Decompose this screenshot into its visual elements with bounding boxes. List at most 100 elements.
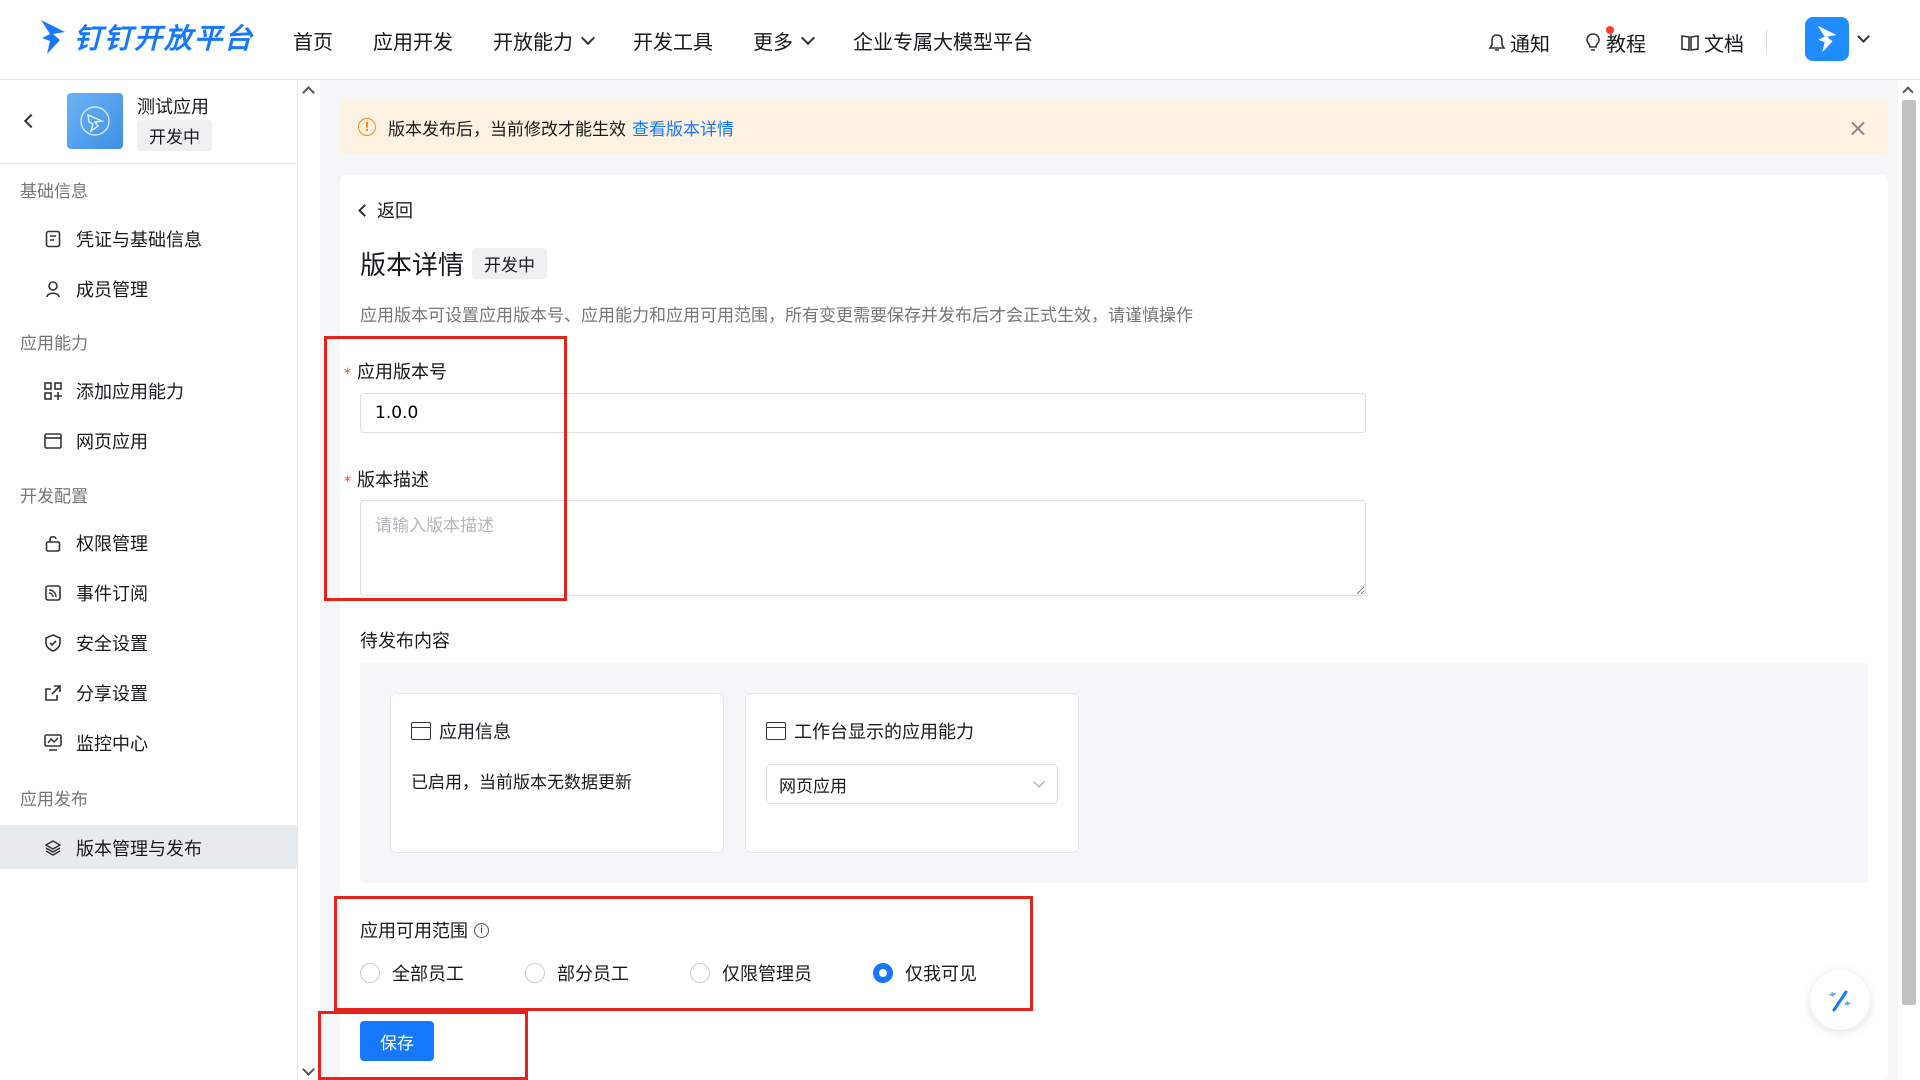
back-button[interactable]: 返回 <box>358 197 413 223</box>
radio-circle[interactable] <box>690 963 710 983</box>
sidebar-group-release: 应用发布 <box>20 790 88 810</box>
view-version-detail-link[interactable]: 查看版本详情 <box>632 115 734 140</box>
chevron-down-icon[interactable] <box>1857 30 1870 43</box>
sidebar-item-version-release[interactable]: 版本管理与发布 <box>44 835 202 861</box>
sidebar-item-monitor[interactable]: 监控中心 <box>44 730 148 756</box>
nav-app-dev[interactable]: 应用开发 <box>373 26 453 55</box>
scope-option-all[interactable]: 全部员工 <box>360 960 525 986</box>
sidebar-item-members[interactable]: 成员管理 <box>44 276 148 302</box>
nav-home[interactable]: 首页 <box>293 26 333 55</box>
rss-icon <box>44 584 62 602</box>
nav-open-capabilities[interactable]: 开放能力 <box>493 26 596 55</box>
app-info-text: 已启用，当前版本无数据更新 <box>411 773 632 793</box>
nav-dev-tools-label: 开发工具 <box>633 29 713 54</box>
workbench-capability-title-text: 工作台显示的应用能力 <box>794 722 974 743</box>
version-number-input[interactable] <box>360 393 1366 433</box>
nav-dev-tools[interactable]: 开发工具 <box>633 26 713 55</box>
version-desc-label: * 版本描述 <box>344 466 429 492</box>
app-status-badge: 开发中 <box>137 120 212 151</box>
sidebar-item-events[interactable]: 事件订阅 <box>44 580 148 606</box>
sidebar-item-label: 事件订阅 <box>76 584 148 605</box>
info-icon[interactable]: i <box>474 922 489 938</box>
lock-icon <box>44 534 62 552</box>
bell-icon <box>1488 33 1506 51</box>
sidebar-group-basic: 基础信息 <box>20 182 88 202</box>
lightbulb-icon <box>1586 32 1600 51</box>
chevron-down-icon <box>1033 776 1045 788</box>
sidebar-item-label: 凭证与基础信息 <box>76 230 202 251</box>
chevron-down-icon <box>580 30 596 45</box>
scrollbar-thumb[interactable] <box>1902 100 1916 1005</box>
shield-icon <box>44 634 62 652</box>
scope-option-admins[interactable]: 仅限管理员 <box>690 960 873 986</box>
close-icon[interactable]: × <box>1848 114 1868 142</box>
scope-label-text: 应用可用范围 <box>360 921 468 942</box>
scope-option-partial[interactable]: 部分员工 <box>525 960 690 986</box>
page-title-text: 版本详情 <box>360 251 465 281</box>
radio-circle[interactable] <box>360 963 380 983</box>
pending-content-label: 待发布内容 <box>360 631 450 652</box>
scroll-down-arrow-icon[interactable] <box>302 1063 315 1076</box>
version-number-label-text: 应用版本号 <box>357 362 447 383</box>
main-nav: 首页 应用开发 开放能力 开发工具 更多 企业专属大模型平台 <box>293 0 1073 80</box>
radio-circle-selected[interactable] <box>873 963 893 983</box>
page-title: 版本详情 开发中 <box>360 245 548 282</box>
tutorial-button[interactable]: 教程 <box>1584 26 1646 57</box>
app-icon <box>67 93 123 149</box>
brand-logo[interactable]: 钉钉开放平台 <box>38 14 254 60</box>
window-icon <box>766 722 786 740</box>
sidebar-item-label: 安全设置 <box>76 634 148 655</box>
back-label: 返回 <box>377 201 413 222</box>
sidebar-group-dev-config: 开发配置 <box>20 487 88 507</box>
sidebar-item-add-capability[interactable]: 添加应用能力 <box>44 378 184 404</box>
app-info-title: 应用信息 <box>411 718 511 744</box>
version-detail-card: 返回 版本详情 开发中 应用版本可设置应用版本号、应用能力和应用可用范围，所有变… <box>340 175 1888 1080</box>
sidebar-item-label: 版本管理与发布 <box>76 839 202 860</box>
scope-option-only-me[interactable]: 仅我可见 <box>873 960 977 986</box>
magic-wand-icon <box>1829 990 1851 1012</box>
nav-more-label: 更多 <box>753 29 793 54</box>
user-avatar[interactable] <box>1805 17 1849 61</box>
sidebar-item-label: 成员管理 <box>76 280 148 301</box>
app-logo-icon <box>80 106 110 136</box>
required-mark: * <box>344 474 351 490</box>
warning-icon: ! <box>358 118 376 136</box>
workbench-capability-select[interactable]: 网页应用 <box>766 764 1058 804</box>
sidebar-item-security[interactable]: 安全设置 <box>44 630 148 656</box>
sidebar-item-credentials[interactable]: 凭证与基础信息 <box>44 226 202 252</box>
back-chevron-icon[interactable] <box>23 113 39 129</box>
sidebar-item-share[interactable]: 分享设置 <box>44 680 148 706</box>
sidebar-scrollbar[interactable] <box>298 80 320 1080</box>
required-mark: * <box>344 366 351 382</box>
user-icon <box>44 280 62 298</box>
scroll-up-arrow-icon[interactable] <box>302 86 315 99</box>
save-button[interactable]: 保存 <box>360 1021 434 1061</box>
sidebar-item-permissions[interactable]: 权限管理 <box>44 530 148 556</box>
main-scrollbar[interactable] <box>1898 80 1920 1080</box>
notice-text: 版本发布后，当前修改才能生效 <box>388 119 626 140</box>
notice-banner: ! 版本发布后，当前修改才能生效 查看版本详情 × <box>340 100 1888 154</box>
version-desc-label-text: 版本描述 <box>357 470 429 491</box>
version-number-label: * 应用版本号 <box>344 358 447 384</box>
sidebar-item-label: 权限管理 <box>76 534 148 555</box>
app-header: 测试应用 开发中 <box>0 80 298 164</box>
sidebar-item-web-app[interactable]: 网页应用 <box>44 428 148 454</box>
window-icon <box>411 722 431 740</box>
radio-label: 仅我可见 <box>905 964 977 985</box>
scroll-up-arrow-icon[interactable] <box>1902 86 1914 98</box>
app-info-card: 应用信息 已启用，当前版本无数据更新 <box>390 693 724 853</box>
docs-button[interactable]: 文档 <box>1680 28 1744 57</box>
notify-button[interactable]: 通知 <box>1488 28 1550 57</box>
nav-more[interactable]: 更多 <box>753 26 816 55</box>
version-desc-textarea[interactable] <box>360 500 1366 596</box>
radio-circle[interactable] <box>525 963 545 983</box>
app-info-title-text: 应用信息 <box>439 722 511 743</box>
book-icon <box>1681 34 1699 51</box>
grid-add-icon <box>44 382 62 400</box>
sidebar-item-label: 分享设置 <box>76 684 148 705</box>
nav-enterprise-llm[interactable]: 企业专属大模型平台 <box>853 26 1033 55</box>
monitor-icon <box>44 734 62 752</box>
ai-assistant-button[interactable] <box>1810 970 1870 1030</box>
sidebar-item-label: 添加应用能力 <box>76 382 184 403</box>
status-badge: 开发中 <box>472 248 548 279</box>
